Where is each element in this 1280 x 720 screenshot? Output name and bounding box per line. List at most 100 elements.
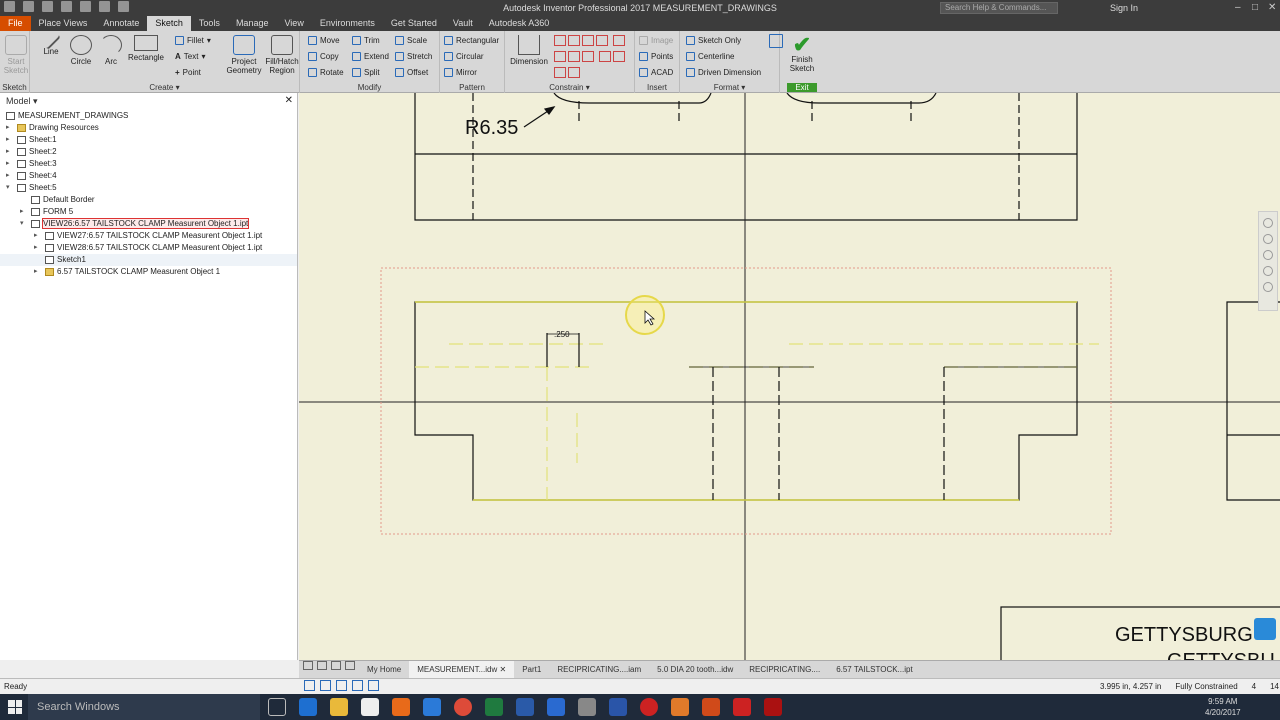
drawing-canvas[interactable]: R6.35 .250 GETTYSBURG xyxy=(299,93,1280,660)
close-icon[interactable]: ✕ xyxy=(1268,2,1276,13)
minimize-icon[interactable]: – xyxy=(1235,2,1241,13)
cube-nav-icon[interactable] xyxy=(1254,618,1276,640)
tab-annotate[interactable]: Annotate xyxy=(95,16,147,31)
doc-tab-measurement[interactable]: MEASUREMENT...idw ✕ xyxy=(409,660,515,679)
task-view-icon[interactable] xyxy=(268,698,286,716)
tab-environments[interactable]: Environments xyxy=(312,16,383,31)
constraint-icon[interactable] xyxy=(336,680,347,691)
dof-icon[interactable] xyxy=(352,680,363,691)
tree-item[interactable]: ▾ Sheet:5 xyxy=(0,182,297,194)
tab-view[interactable]: View xyxy=(276,16,311,31)
doc-tab-recip[interactable]: RECIPRICATING.... xyxy=(741,661,828,679)
settings-icon[interactable] xyxy=(578,698,596,716)
image-button[interactable]: Image xyxy=(639,36,673,45)
tree-item[interactable]: ▸ Sheet:1 xyxy=(0,134,297,146)
view-boundary[interactable] xyxy=(380,267,1112,535)
zoom-window-icon[interactable] xyxy=(1263,266,1273,276)
dimension-250[interactable]: .250 xyxy=(547,330,579,339)
split-icon[interactable] xyxy=(345,660,355,670)
extend-button[interactable]: Extend xyxy=(352,52,389,61)
tree-item[interactable]: ▸ FORM 5 xyxy=(0,206,297,218)
tree-item[interactable]: ▸ Sheet:3 xyxy=(0,158,297,170)
collinear-constraint-icon[interactable] xyxy=(568,35,580,46)
acad-button[interactable]: ACAD xyxy=(639,68,673,77)
edge-icon[interactable] xyxy=(299,698,317,716)
tree-item[interactable]: ▸ Drawing Resources xyxy=(0,122,297,134)
project-geometry-button[interactable]: Project Geometry xyxy=(225,35,263,75)
doc-tab-dia20[interactable]: 5.0 DIA 20 tooth...idw xyxy=(649,661,741,679)
doc-tab-recip-iam[interactable]: RECIPRICATING....iam xyxy=(549,661,649,679)
doc-tab-part1[interactable]: Part1 xyxy=(514,661,549,679)
offset-button[interactable]: Offset xyxy=(395,68,428,77)
point-button[interactable]: + Point xyxy=(175,68,201,77)
tree-item[interactable]: ▸ VIEW27:6.57 TAILSTOCK CLAMP Measurent O… xyxy=(0,230,297,242)
line-button[interactable]: Line xyxy=(36,30,66,56)
tree-item[interactable]: MEASUREMENT_DRAWINGS xyxy=(0,110,297,122)
radius-label[interactable]: R6.35 xyxy=(465,117,518,139)
doc-tab-tailstock[interactable]: 6.57 TAILSTOCK...ipt xyxy=(828,661,920,679)
tab-place-views[interactable]: Place Views xyxy=(31,16,96,31)
start-sketch-button[interactable]: Start Sketch xyxy=(3,35,29,75)
group-label-constrain[interactable]: Constrain ▾ xyxy=(505,83,634,92)
ie-icon[interactable] xyxy=(423,698,441,716)
rectangular-pattern-button[interactable]: Rectangular xyxy=(444,36,499,45)
concentric-constraint-icon[interactable] xyxy=(582,35,594,46)
equal-constraint-icon[interactable] xyxy=(568,67,580,78)
points-button[interactable]: Points xyxy=(639,52,673,61)
fix-constraint-icon[interactable] xyxy=(596,35,608,46)
plus-icon[interactable] xyxy=(769,34,783,48)
smooth-constraint-icon[interactable] xyxy=(613,51,626,62)
pdf-icon[interactable] xyxy=(764,698,782,716)
tree-item[interactable]: ▸ Sheet:2 xyxy=(0,146,297,158)
tree-item[interactable]: ▾ VIEW26:6.57 TAILSTOCK CLAMP Measurent O… xyxy=(0,218,297,230)
sign-in-link[interactable]: Sign In xyxy=(1110,3,1138,13)
steering-wheel-icon[interactable] xyxy=(1263,218,1273,228)
tab-tools[interactable]: Tools xyxy=(191,16,228,31)
model-browser-header[interactable]: Model ▾ xyxy=(0,93,297,110)
recorder-icon[interactable] xyxy=(640,698,658,716)
chrome-icon[interactable] xyxy=(454,698,472,716)
tab-autodesk-a360[interactable]: Autodesk A360 xyxy=(481,16,558,31)
text-button[interactable]: A Text ▾ xyxy=(175,52,205,61)
mirror-button[interactable]: Mirror xyxy=(444,68,477,77)
circle-button[interactable]: Circle xyxy=(66,35,96,66)
windows-start-icon[interactable] xyxy=(8,700,22,714)
fill-hatch-button[interactable]: Fill/Hatch Region xyxy=(263,35,301,75)
sketch-only-button[interactable]: Sketch Only xyxy=(686,36,741,45)
network-icon[interactable] xyxy=(547,698,565,716)
copy-button[interactable]: Copy xyxy=(308,52,339,61)
vertical-constraint-icon[interactable] xyxy=(582,51,594,62)
help-search-input[interactable]: Search Help & Commands... xyxy=(940,2,1058,14)
perpendicular-constraint-icon[interactable] xyxy=(554,51,566,62)
tab-sketch[interactable]: Sketch xyxy=(147,16,191,31)
cascade-icon[interactable] xyxy=(317,660,327,670)
driven-dimension-button[interactable]: Driven Dimension xyxy=(686,68,761,77)
rectangle-button[interactable]: Rectangle xyxy=(126,35,166,62)
snap-icon[interactable] xyxy=(320,680,331,691)
explorer-icon[interactable] xyxy=(330,698,348,716)
centerline-button[interactable]: Centerline xyxy=(686,52,734,61)
maximize-icon[interactable]: □ xyxy=(1252,2,1258,13)
horizontal-constraint-icon[interactable] xyxy=(568,51,580,62)
taskbar-clock[interactable]: 9:59 AM 4/20/2017 xyxy=(1205,696,1241,718)
tile-icon[interactable] xyxy=(303,660,313,670)
finish-sketch-button[interactable]: ✔ Finish Sketch xyxy=(787,34,817,74)
close-panel-icon[interactable]: ✕ xyxy=(285,95,293,106)
tree-item[interactable]: ▸ 6.57 TAILSTOCK CLAMP Measurent Object 1 xyxy=(0,266,297,278)
tab-manage[interactable]: Manage xyxy=(228,16,277,31)
firefox-icon[interactable] xyxy=(392,698,410,716)
tree-item[interactable]: ▸ VIEW28:6.57 TAILSTOCK CLAMP Measurent O… xyxy=(0,242,297,254)
fillet-button[interactable]: Fillet ▾ xyxy=(175,36,211,45)
tab-file[interactable]: File xyxy=(0,16,31,31)
scale-button[interactable]: Scale xyxy=(395,36,427,45)
grid-icon[interactable] xyxy=(304,680,315,691)
circular-pattern-button[interactable]: Circular xyxy=(444,52,484,61)
doc-tab-home[interactable]: My Home xyxy=(359,661,409,679)
tab-get-started[interactable]: Get Started xyxy=(383,16,445,31)
tab-vault[interactable]: Vault xyxy=(445,16,481,31)
excel-icon[interactable] xyxy=(485,698,503,716)
symmetric-constraint-icon[interactable] xyxy=(554,67,566,78)
inventor-icon[interactable] xyxy=(671,698,689,716)
trim-button[interactable]: Trim xyxy=(352,36,380,45)
group-label-create[interactable]: Create ▾ xyxy=(30,83,299,92)
